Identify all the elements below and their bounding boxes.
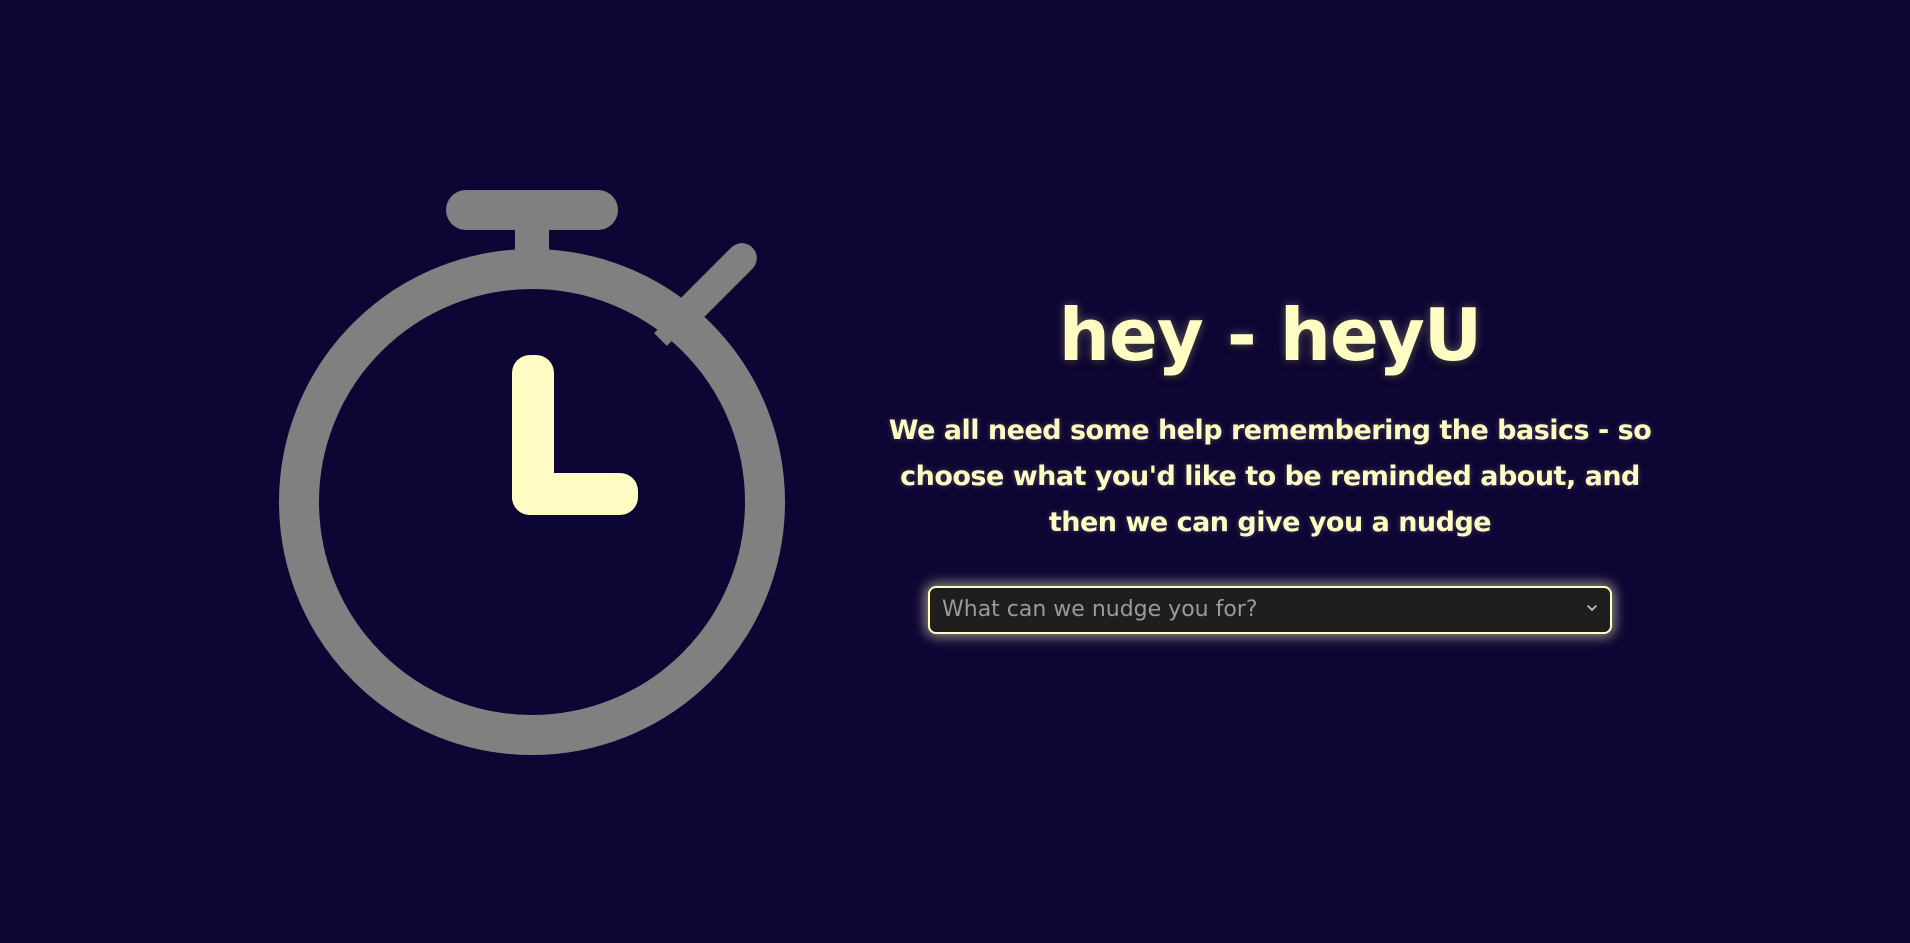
stopwatch-icon <box>270 180 790 760</box>
intro-panel: hey - heyU We all need some help remembe… <box>880 290 1660 634</box>
page-title: hey - heyU <box>1058 293 1483 377</box>
reminder-select[interactable]: What can we nudge you for? <box>928 586 1612 634</box>
page: hey - heyU We all need some help remembe… <box>0 0 1910 943</box>
reminder-select-placeholder: What can we nudge you for? <box>942 597 1258 622</box>
page-subtitle: We all need some help remembering the ba… <box>888 415 1652 538</box>
chevron-down-icon <box>1586 602 1598 614</box>
